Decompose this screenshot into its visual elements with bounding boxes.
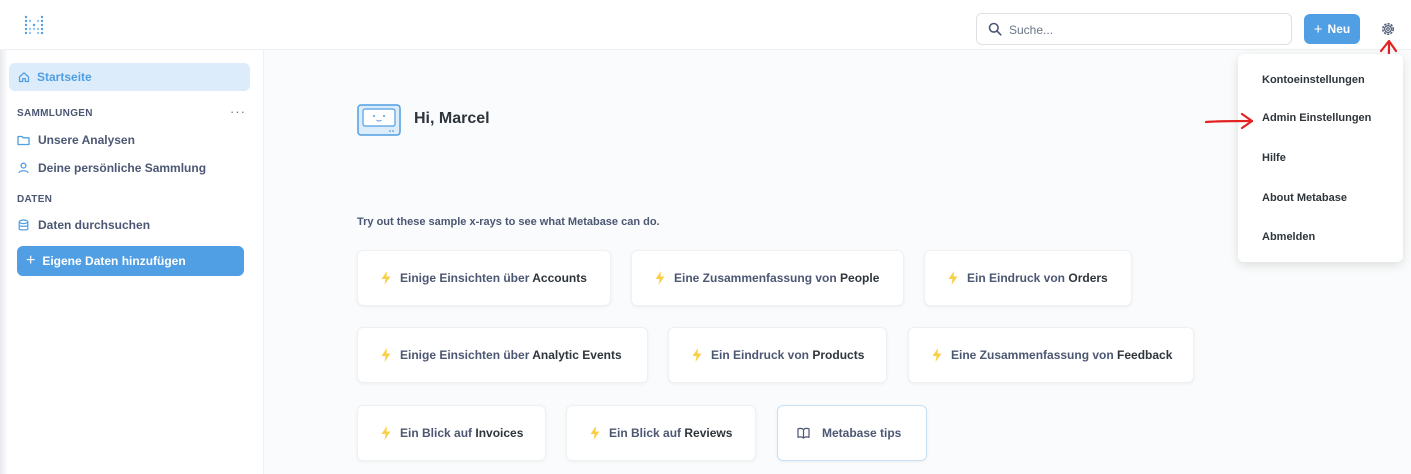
search-box[interactable] [976,13,1292,45]
bolt-icon [692,348,702,362]
new-button-label: Neu [1327,22,1351,36]
bolt-icon [932,348,942,362]
xray-card-label: Einige Einsichten über Analytic Events [400,348,622,362]
xray-intro-text: Try out these sample x-rays to see what … [357,216,660,228]
xray-card-analytic-events[interactable]: Einige Einsichten über Analytic Events [357,327,648,383]
person-icon [18,162,29,174]
xray-card-label: Ein Eindruck von Orders [967,271,1108,285]
xray-card-reviews[interactable]: Ein Blick auf Reviews [566,405,756,461]
home-icon [18,72,30,83]
greeting-title: Hi, Marcel [414,110,490,127]
xray-card-label: Eine Zusammenfassung von People [674,271,880,285]
plus-icon: + [26,252,36,269]
search-input[interactable] [1009,20,1279,40]
sidebar-item-label: Deine persönliche Sammlung [38,161,207,175]
database-icon [18,218,29,231]
settings-menu: Kontoeinstellungen Admin Einstellungen H… [1238,54,1403,262]
xray-card-label: Eine Zusammenfassung von Feedback [951,348,1173,362]
sidebar: Startseite SAMMLUNGEN ··· Unsere Analyse… [0,50,264,474]
book-icon [797,427,810,439]
sidebar-item-home[interactable]: Startseite [9,63,250,91]
menu-item-about-metabase[interactable]: About Metabase [1262,192,1347,204]
xray-card-label: Einige Einsichten über Accounts [400,271,587,285]
menu-item-help[interactable]: Hilfe [1262,152,1286,164]
bolt-icon [381,348,391,362]
sidebar-item-personal-collection[interactable]: Deine persönliche Sammlung [17,157,247,179]
menu-item-sign-out[interactable]: Abmelden [1262,231,1315,243]
xray-card-invoices[interactable]: Ein Blick auf Invoices [357,405,546,461]
bolt-icon [381,271,391,285]
annotation-arrow-admin [1204,112,1254,130]
collections-heading: SAMMLUNGEN [17,108,93,119]
xray-card-orders[interactable]: Ein Eindruck von Orders [924,250,1132,306]
metabase-logo-icon[interactable] [24,15,44,35]
bolt-icon [381,426,391,440]
xray-card-label: Ein Blick auf Reviews [609,426,733,440]
folder-icon [17,135,30,146]
sidebar-item-browse-data[interactable]: Daten durchsuchen [17,214,247,236]
data-heading: DATEN [17,194,53,205]
xray-card-products[interactable]: Ein Eindruck von Products [668,327,887,383]
add-data-label: Eigene Daten hinzufügen [42,254,186,268]
collections-more-button[interactable]: ··· [230,104,246,119]
plus-icon: + [1313,20,1323,38]
top-navbar: + Neu [0,0,1411,50]
sidebar-item-unsere-analysen[interactable]: Unsere Analysen [17,129,247,151]
bolt-icon [590,426,600,440]
xray-card-label: Ein Blick auf Invoices [400,426,524,440]
menu-item-account-settings[interactable]: Kontoeinstellungen [1262,74,1365,86]
bolt-icon [655,271,665,285]
metabase-tips-label: Metabase tips [822,426,902,440]
xray-card-feedback[interactable]: Eine Zusammenfassung von Feedback [908,327,1194,383]
xray-card-people[interactable]: Eine Zusammenfassung von People [631,250,904,306]
xray-card-accounts[interactable]: Einige Einsichten über Accounts [357,250,611,306]
new-button[interactable]: + Neu [1304,14,1360,44]
metabase-tips-card[interactable]: Metabase tips [777,405,927,461]
metabot-icon [357,104,401,136]
sidebar-item-label: Unsere Analysen [38,133,135,147]
sidebar-item-label: Startseite [37,70,92,84]
add-data-button[interactable]: + Eigene Daten hinzufügen [17,246,244,276]
search-icon [988,22,1002,36]
menu-item-admin-settings[interactable]: Admin Einstellungen [1262,112,1371,124]
gear-icon[interactable] [1381,22,1395,36]
sidebar-item-label: Daten durchsuchen [38,218,151,232]
bolt-icon [948,271,958,285]
xray-card-label: Ein Eindruck von Products [711,348,865,362]
